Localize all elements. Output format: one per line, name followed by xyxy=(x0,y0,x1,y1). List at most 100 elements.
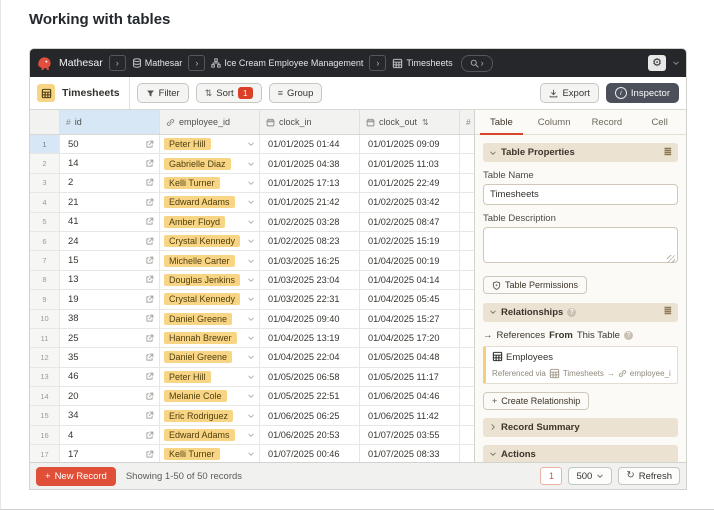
cell-clock-in[interactable]: 01/02/2025 08:23 xyxy=(260,232,360,250)
chevron-down-icon[interactable] xyxy=(247,353,255,361)
tab-table[interactable]: Table xyxy=(475,110,528,134)
record-summary-pill[interactable]: Gabrielle Diaz xyxy=(164,158,231,170)
open-record-icon[interactable] xyxy=(145,353,154,362)
section-relationships[interactable]: Relationships ? ≣ xyxy=(483,303,678,322)
cell-clock-in[interactable]: 01/04/2025 22:04 xyxy=(260,348,360,366)
sort-button[interactable]: ⇅ Sort 1 xyxy=(196,83,262,103)
header-clock-in[interactable]: clock_in xyxy=(260,110,360,134)
section-table-properties[interactable]: Table Properties ≣ xyxy=(483,143,678,162)
cell-clock-in[interactable]: 01/03/2025 23:04 xyxy=(260,271,360,289)
resize-grip-icon[interactable] xyxy=(667,255,675,263)
cell-id[interactable]: 25 xyxy=(60,329,160,347)
cell-employee-id[interactable]: Edward Adams xyxy=(160,426,260,444)
mathesar-logo-icon[interactable] xyxy=(36,55,53,72)
cell-id[interactable]: 19 xyxy=(60,290,160,308)
chevron-down-icon[interactable] xyxy=(247,373,255,381)
cell-clock-out[interactable]: 01/05/2025 11:17 xyxy=(360,368,460,386)
row-number[interactable]: 11 xyxy=(30,329,60,347)
cell-clock-in[interactable]: 01/04/2025 09:40 xyxy=(260,310,360,328)
breadcrumb-database[interactable]: Mathesar xyxy=(132,58,183,68)
cell-employee-id[interactable]: Eric Rodriguez xyxy=(160,406,260,424)
row-number[interactable]: 1 xyxy=(30,135,60,153)
cell-id[interactable]: 4 xyxy=(60,426,160,444)
row-number[interactable]: 17 xyxy=(30,445,60,462)
section-record-summary[interactable]: Record Summary xyxy=(483,418,678,437)
cell-employee-id[interactable]: Douglas Jenkins xyxy=(160,271,260,289)
record-summary-pill[interactable]: Edward Adams xyxy=(164,429,235,441)
cell-clock-in[interactable]: 01/06/2025 06:25 xyxy=(260,406,360,424)
row-number[interactable]: 5 xyxy=(30,213,60,231)
cell-clock-in[interactable]: 01/05/2025 22:51 xyxy=(260,387,360,405)
cell-hours[interactable] xyxy=(460,387,474,405)
chevron-down-icon[interactable] xyxy=(247,392,255,400)
cell-hours[interactable] xyxy=(460,232,474,250)
open-record-icon[interactable] xyxy=(145,431,154,440)
record-summary-pill[interactable]: Crystal Kennedy xyxy=(164,235,240,247)
cell-hours[interactable] xyxy=(460,329,474,347)
open-record-icon[interactable] xyxy=(145,178,154,187)
cell-hours[interactable] xyxy=(460,368,474,386)
cell-id[interactable]: 17 xyxy=(60,445,160,462)
group-button[interactable]: ≡ Group xyxy=(269,83,323,103)
cell-id[interactable]: 24 xyxy=(60,232,160,250)
section-actions[interactable]: Actions xyxy=(483,445,678,463)
record-summary-pill[interactable]: Melanie Cole xyxy=(164,390,227,402)
cell-clock-out[interactable]: 01/05/2025 04:48 xyxy=(360,348,460,366)
table-permissions-button[interactable]: Table Permissions xyxy=(483,276,587,294)
cell-id[interactable]: 35 xyxy=(60,348,160,366)
record-summary-pill[interactable]: Eric Rodriguez xyxy=(164,410,233,422)
cell-clock-in[interactable]: 01/03/2025 22:31 xyxy=(260,290,360,308)
open-record-icon[interactable] xyxy=(145,159,154,168)
cell-hours[interactable] xyxy=(460,251,474,269)
cell-hours[interactable] xyxy=(460,135,474,153)
cell-id[interactable]: 50 xyxy=(60,135,160,153)
row-number[interactable]: 6 xyxy=(30,232,60,250)
header-clock-out[interactable]: clock_out ⇅ xyxy=(360,110,460,134)
cell-employee-id[interactable]: Edward Adams xyxy=(160,193,260,211)
chevron-down-icon[interactable] xyxy=(247,160,255,168)
cell-clock-out[interactable]: 01/01/2025 11:03 xyxy=(360,154,460,172)
row-number[interactable]: 13 xyxy=(30,368,60,386)
cell-clock-in[interactable]: 01/01/2025 04:38 xyxy=(260,154,360,172)
record-summary-pill[interactable]: Peter Hill xyxy=(164,371,211,383)
cell-clock-in[interactable]: 01/04/2025 13:19 xyxy=(260,329,360,347)
record-summary-pill[interactable]: Edward Adams xyxy=(164,196,235,208)
record-summary-pill[interactable]: Daniel Greene xyxy=(164,351,232,363)
open-record-icon[interactable] xyxy=(145,314,154,323)
export-button[interactable]: Export xyxy=(540,83,598,103)
cell-clock-in[interactable]: 01/07/2025 00:46 xyxy=(260,445,360,462)
cell-id[interactable]: 2 xyxy=(60,174,160,192)
search-button[interactable]: › xyxy=(461,55,493,72)
open-record-icon[interactable] xyxy=(145,237,154,246)
cell-hours[interactable] xyxy=(460,193,474,211)
open-record-icon[interactable] xyxy=(145,450,154,459)
cell-clock-out[interactable]: 01/01/2025 09:09 xyxy=(360,135,460,153)
record-summary-pill[interactable]: Crystal Kennedy xyxy=(164,293,240,305)
create-relationship-button[interactable]: + Create Relationship xyxy=(483,392,589,410)
chevron-down-icon[interactable] xyxy=(247,179,255,187)
cell-clock-in[interactable]: 01/06/2025 20:53 xyxy=(260,426,360,444)
record-summary-pill[interactable]: Douglas Jenkins xyxy=(164,274,240,286)
record-summary-pill[interactable]: Amber Floyd xyxy=(164,216,225,228)
cell-id[interactable]: 34 xyxy=(60,406,160,424)
refresh-button[interactable]: ↻ Refresh xyxy=(618,467,680,485)
help-icon[interactable]: ? xyxy=(624,331,633,340)
cell-clock-out[interactable]: 01/04/2025 17:20 xyxy=(360,329,460,347)
breadcrumb-table[interactable]: Timesheets xyxy=(392,58,452,69)
cell-clock-out[interactable]: 01/04/2025 15:27 xyxy=(360,310,460,328)
cell-hours[interactable] xyxy=(460,426,474,444)
record-summary-pill[interactable]: Kelli Turner xyxy=(164,448,220,460)
cell-employee-id[interactable]: Kelli Turner xyxy=(160,445,260,462)
cell-clock-in[interactable]: 01/01/2025 17:13 xyxy=(260,174,360,192)
inspector-button[interactable]: i Inspector xyxy=(606,83,679,103)
cell-hours[interactable] xyxy=(460,348,474,366)
cell-clock-in[interactable]: 01/02/2025 03:28 xyxy=(260,213,360,231)
cell-clock-out[interactable]: 01/02/2025 08:47 xyxy=(360,213,460,231)
tab-record[interactable]: Record xyxy=(581,110,634,134)
cell-id[interactable]: 21 xyxy=(60,193,160,211)
chevron-down-icon[interactable] xyxy=(247,140,255,148)
cell-employee-id[interactable]: Daniel Greene xyxy=(160,348,260,366)
cell-clock-in[interactable]: 01/01/2025 21:42 xyxy=(260,193,360,211)
cell-hours[interactable] xyxy=(460,154,474,172)
row-number[interactable]: 16 xyxy=(30,426,60,444)
